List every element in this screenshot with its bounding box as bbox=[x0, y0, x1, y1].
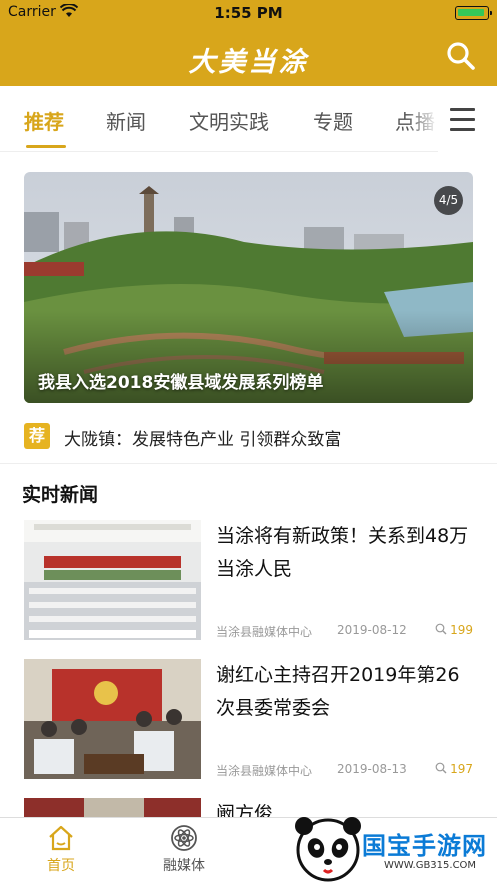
nav-media-label: 融媒体 bbox=[163, 858, 205, 874]
watermark-url: WWW.GB315.COM bbox=[384, 860, 477, 871]
views-icon bbox=[435, 762, 447, 774]
search-icon[interactable] bbox=[445, 40, 477, 72]
news-item[interactable]: 谢红心主持召开2019年第26次县委常委会 当涂县融媒体中心 2019-08-1… bbox=[24, 659, 473, 781]
battery-icon bbox=[455, 6, 492, 20]
status-bar: Carrier 1:55 PM bbox=[0, 0, 497, 26]
view-count: 199 bbox=[435, 623, 473, 637]
recommend-text: 大陇镇：发展特色产业 引领群众致富 bbox=[64, 430, 342, 450]
tab-civilization[interactable]: 文明实践 bbox=[189, 106, 269, 135]
recommend-badge: 荐 bbox=[24, 423, 50, 449]
app-header: Carrier 1:55 PM 大美当涂 bbox=[0, 0, 497, 86]
category-tabs: 推荐 新闻 文明实践 专题 点播 bbox=[0, 86, 497, 152]
nav-home[interactable]: 首页 bbox=[21, 824, 101, 875]
active-tab-indicator bbox=[26, 145, 66, 148]
news-headline: 当涂将有新政策！关系到48万当涂人民 bbox=[216, 525, 469, 580]
slide-counter: 4/5 bbox=[434, 186, 463, 215]
clock: 1:55 PM bbox=[214, 4, 283, 22]
news-headline: 谢红心主持召开2019年第26次县委常委会 bbox=[216, 664, 460, 719]
news-date: 2019-08-12 bbox=[337, 623, 407, 637]
news-thumbnail bbox=[24, 659, 201, 779]
tab-recommend[interactable]: 推荐 bbox=[24, 106, 64, 135]
menu-icon[interactable] bbox=[438, 86, 497, 152]
news-thumbnail bbox=[24, 798, 201, 817]
news-item[interactable]: 当涂将有新政策！关系到48万当涂人民 当涂县融媒体中心 2019-08-12 1… bbox=[24, 520, 473, 642]
news-thumbnail bbox=[24, 520, 201, 640]
news-source: 当涂县融媒体中心 bbox=[216, 764, 313, 778]
app-title: 大美当涂 bbox=[188, 47, 309, 78]
views-icon bbox=[435, 623, 447, 635]
recommend-headline[interactable]: 荐 大陇镇：发展特色产业 引领群众致富 bbox=[24, 420, 473, 452]
panda-logo-icon bbox=[295, 817, 361, 882]
section-title: 实时新闻 bbox=[22, 484, 99, 506]
banner-caption: 我县入选2018安徽县域发展系列榜单 bbox=[38, 373, 324, 393]
banner-carousel[interactable]: 4/5 我县入选2018安徽县域发展系列榜单 bbox=[24, 172, 473, 403]
view-count-value: 197 bbox=[450, 762, 473, 776]
news-meta: 当涂县融媒体中心 2019-08-12 199 bbox=[216, 623, 473, 640]
tab-news[interactable]: 新闻 bbox=[106, 106, 146, 135]
news-date: 2019-08-13 bbox=[337, 762, 407, 776]
view-count: 197 bbox=[435, 762, 473, 776]
nav-home-label: 首页 bbox=[47, 858, 75, 874]
home-icon bbox=[49, 825, 73, 851]
watermark: 国宝手游网 WWW.GB315.COM bbox=[288, 812, 497, 883]
divider bbox=[0, 463, 497, 464]
news-source: 当涂县融媒体中心 bbox=[216, 625, 313, 639]
watermark-text: 国宝手游网 bbox=[362, 832, 487, 860]
view-count-value: 199 bbox=[450, 623, 473, 637]
news-meta: 当涂县融媒体中心 2019-08-13 197 bbox=[216, 762, 473, 779]
atom-icon bbox=[171, 825, 197, 851]
tab-special[interactable]: 专题 bbox=[313, 106, 353, 135]
nav-media[interactable]: 融媒体 bbox=[144, 824, 224, 875]
